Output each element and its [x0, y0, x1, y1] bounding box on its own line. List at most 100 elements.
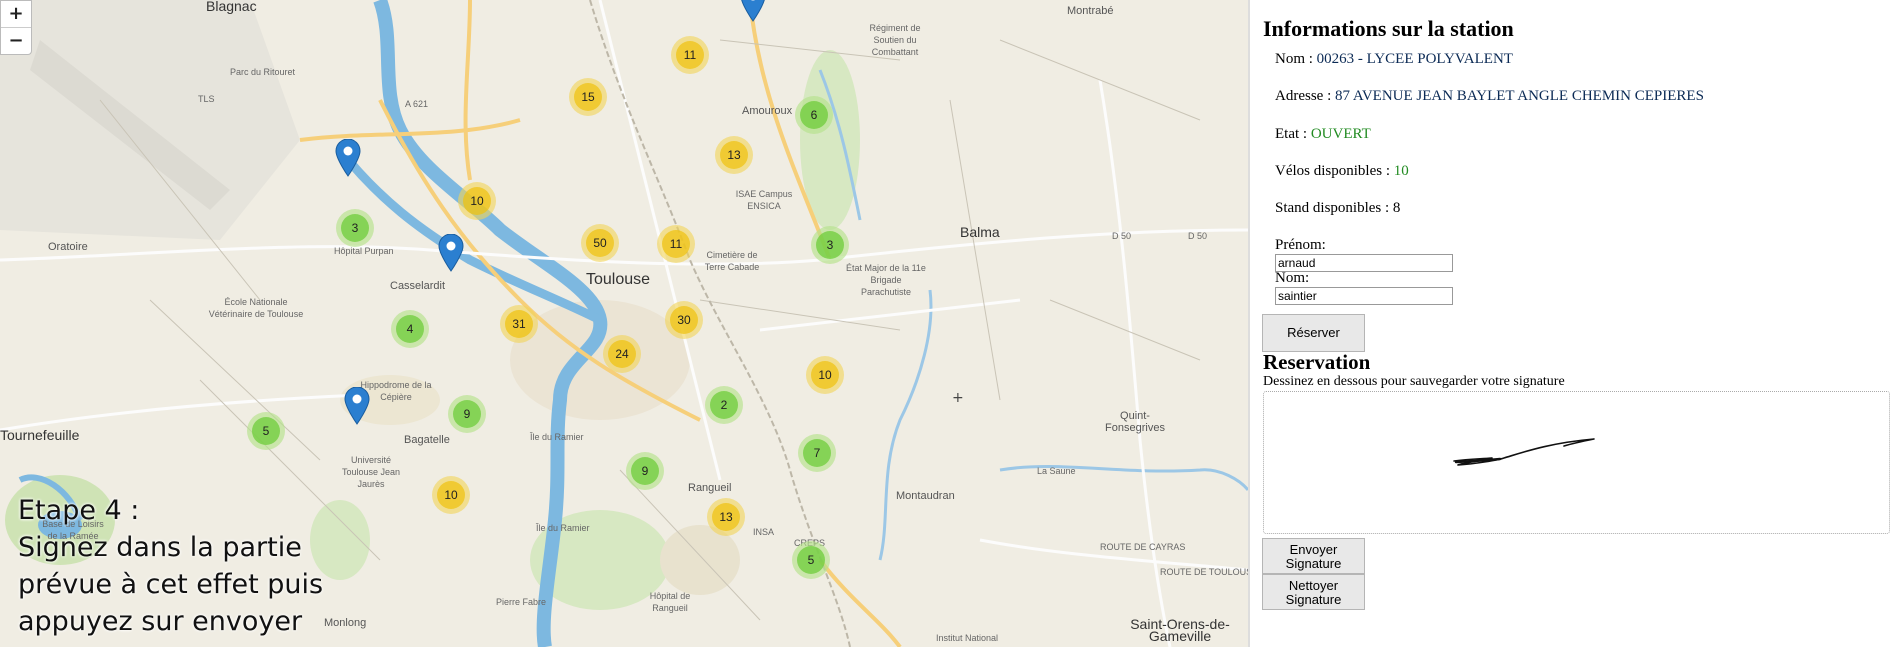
station-cluster[interactable]: 5	[792, 541, 830, 579]
station-marker-icon[interactable]	[335, 139, 361, 177]
lastname-input[interactable]: saintier	[1275, 287, 1453, 305]
station-cluster[interactable]: 10	[806, 356, 844, 394]
cluster-count: 50	[586, 229, 614, 257]
station-info-title: Informations sur la station	[1263, 16, 1514, 41]
place-label: Hôpital Purpan	[334, 246, 394, 256]
place-label: TLS	[198, 94, 215, 104]
station-cluster[interactable]: 11	[657, 225, 695, 263]
station-cluster[interactable]: 10	[458, 182, 496, 220]
reserve-button[interactable]: Réserver	[1262, 314, 1365, 352]
zoom-control: + −	[0, 0, 32, 55]
station-cluster[interactable]: 15	[569, 78, 607, 116]
station-cluster[interactable]: 3	[811, 226, 849, 264]
place-label: École Nationale Vétérinaire de Toulouse	[208, 297, 304, 319]
cluster-count: 10	[463, 187, 491, 215]
send-signature-label: Envoyer	[1289, 542, 1338, 557]
station-cluster[interactable]: 7	[798, 434, 836, 472]
cluster-count: 24	[608, 340, 636, 368]
station-cluster[interactable]: 5	[247, 412, 285, 450]
station-cluster[interactable]: 24	[603, 335, 641, 373]
crosshair-icon: +	[952, 390, 964, 406]
place-label: ROUTE DE CAYRAS	[1100, 542, 1186, 552]
place-label: Bagatelle	[404, 434, 450, 446]
send-signature-label: Signature	[1285, 556, 1342, 571]
reservation-title: Reservation	[1263, 350, 1371, 374]
place-label: Hôpital de Rangueil	[649, 591, 691, 613]
send-signature-button[interactable]: Envoyer Signature	[1262, 538, 1365, 574]
cluster-count: 31	[505, 310, 533, 338]
lastname-label: Nom:	[1275, 270, 1310, 286]
station-name-row: Nom : 00263 - LYCEE POLYVALENT	[1275, 51, 1513, 68]
station-cluster[interactable]: 6	[795, 96, 833, 134]
place-label: Saint-Orens-de-Gameville	[1130, 616, 1230, 644]
place-label: Régiment de Soutien du Combattant	[869, 23, 921, 57]
cluster-count: 13	[712, 503, 740, 531]
zoom-in-button[interactable]: +	[1, 1, 31, 27]
cluster-count: 10	[811, 361, 839, 389]
instruction-caption: Etape 4 : Signez dans la partie prévue à…	[18, 492, 323, 640]
place-label: Toulouse	[586, 271, 651, 288]
signature-pad[interactable]	[1263, 391, 1890, 534]
place-label: ROUTE DE TOULOUSE	[1160, 567, 1248, 577]
caption-line: appuyez sur envoyer	[18, 606, 303, 637]
cluster-count: 6	[800, 101, 828, 129]
cluster-count: 11	[662, 230, 690, 258]
station-cluster[interactable]: 4	[391, 310, 429, 348]
firstname-label: Prénom:	[1275, 237, 1326, 253]
place-label: Parc du Ritouret	[230, 67, 296, 77]
place-label: Oratoire	[48, 241, 88, 253]
caption-line: prévue à cet effet puis	[18, 569, 324, 600]
station-cluster[interactable]: 13	[707, 498, 745, 536]
zoom-out-button[interactable]: −	[1, 27, 31, 54]
station-cluster[interactable]: 3	[336, 209, 374, 247]
station-address-row: Adresse : 87 AVENUE JEAN BAYLET ANGLE CH…	[1275, 88, 1704, 105]
place-label: Île du Ramier	[536, 523, 590, 533]
place-label: Quint-Fonsegrives	[1105, 410, 1165, 434]
place-label: Institut National	[936, 633, 999, 643]
map-view[interactable]: Blagnac Montrabé Régiment de Soutien du …	[0, 0, 1248, 647]
cluster-count: 15	[574, 83, 602, 111]
station-cluster[interactable]: 31	[500, 305, 538, 343]
station-status-row: Etat : OUVERT	[1275, 126, 1371, 143]
station-cluster[interactable]: 9	[448, 395, 486, 433]
station-cluster[interactable]: 2	[705, 386, 743, 424]
station-cluster[interactable]: 30	[665, 301, 703, 339]
stands-available-row: Stand disponibles : 8	[1275, 200, 1400, 217]
signature-hint: Dessinez en dessous pour sauvegarder vot…	[1263, 374, 1565, 389]
stands-available-value: 8	[1392, 200, 1401, 216]
cluster-count: 2	[710, 391, 738, 419]
cluster-count: 5	[797, 546, 825, 574]
station-info-panel: Informations sur la station Nom : 00263 …	[1248, 0, 1903, 647]
clear-signature-button[interactable]: Nettoyer Signature	[1262, 574, 1365, 610]
station-marker-icon[interactable]	[740, 0, 766, 22]
station-cluster[interactable]: 10	[432, 476, 470, 514]
cluster-count: 11	[676, 41, 704, 69]
cluster-count: 3	[341, 214, 369, 242]
station-address-label: Adresse :	[1275, 88, 1335, 104]
place-label: Cimetière de Terre Cabade	[704, 250, 760, 272]
place-label: Amouroux	[742, 105, 793, 117]
cluster-count: 13	[720, 141, 748, 169]
station-cluster[interactable]: 13	[715, 136, 753, 174]
station-status-value: OUVERT	[1310, 126, 1371, 142]
place-label: ISAE Campus ENSICA	[735, 189, 793, 211]
station-marker-icon[interactable]	[438, 234, 464, 272]
station-marker-icon[interactable]	[344, 387, 370, 425]
station-cluster[interactable]: 50	[581, 224, 619, 262]
place-label: La Saune	[1037, 466, 1076, 476]
place-label: Blagnac	[206, 0, 257, 14]
signature-stroke	[1453, 438, 1595, 466]
station-status-label: Etat :	[1275, 126, 1311, 142]
cluster-count: 9	[631, 457, 659, 485]
stands-available-label: Stand disponibles :	[1275, 200, 1393, 216]
place-label: INSA	[753, 527, 775, 537]
place-label: Balma	[960, 224, 1000, 240]
place-label: Monlong	[324, 617, 367, 629]
station-cluster[interactable]: 11	[671, 36, 709, 74]
station-name-value: 00263 - LYCEE POLYVALENT	[1316, 51, 1513, 67]
caption-line: Etape 4 :	[18, 495, 140, 526]
station-name-label: Nom :	[1275, 51, 1317, 67]
station-address-value: 87 AVENUE JEAN BAYLET ANGLE CHEMIN CEPIE…	[1335, 88, 1704, 104]
place-label: Université Toulouse Jean Jaurès	[341, 455, 401, 489]
station-cluster[interactable]: 9	[626, 452, 664, 490]
